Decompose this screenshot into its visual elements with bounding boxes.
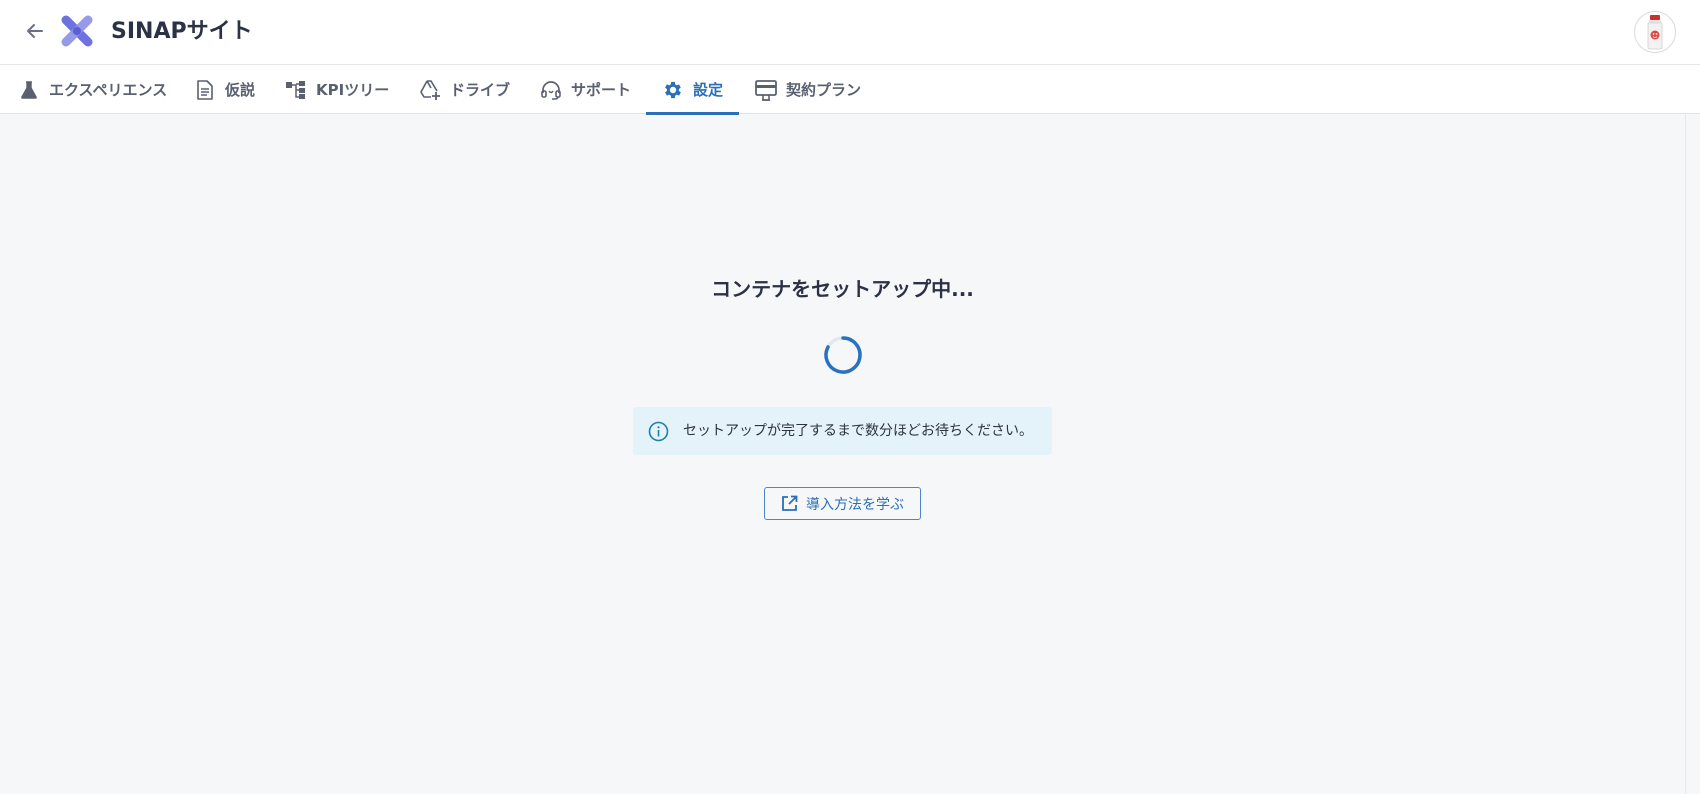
x-logo-icon[interactable] bbox=[60, 14, 94, 48]
top-header: SINAPサイト bbox=[0, 0, 1700, 65]
tab-label: 契約プラン bbox=[786, 81, 862, 99]
drive-add-icon bbox=[419, 79, 441, 101]
tab-drive[interactable]: ドライブ bbox=[419, 65, 510, 114]
tree-icon bbox=[285, 79, 307, 101]
info-alert: セットアップが完了するまで数分ほどお待ちください。 bbox=[633, 407, 1052, 455]
tab-label: 仮説 bbox=[225, 81, 256, 99]
billing-icon bbox=[755, 79, 777, 101]
back-button[interactable] bbox=[22, 18, 48, 44]
learn-button-label: 導入方法を学ぶ bbox=[806, 496, 904, 513]
setup-heading: コンテナをセットアップ中... bbox=[711, 277, 974, 301]
tab-kpi-tree[interactable]: KPIツリー bbox=[285, 65, 389, 114]
tab-settings[interactable]: 設定 bbox=[646, 65, 739, 115]
scrollbar[interactable] bbox=[1685, 114, 1700, 794]
tab-label: 設定 bbox=[692, 81, 723, 99]
site-title: SINAPサイト bbox=[111, 19, 253, 44]
info-icon bbox=[648, 421, 669, 442]
external-link-icon bbox=[782, 495, 798, 511]
user-avatar[interactable] bbox=[1634, 11, 1676, 53]
headset-icon bbox=[540, 79, 562, 101]
tab-support[interactable]: サポート bbox=[540, 65, 631, 114]
info-message: セットアップが完了するまで数分ほどお待ちください。 bbox=[683, 423, 1033, 439]
avatar-bottle-icon bbox=[1647, 15, 1663, 50]
flask-icon bbox=[18, 79, 40, 101]
tab-label: サポート bbox=[571, 81, 632, 99]
tab-label: ドライブ bbox=[450, 81, 511, 99]
main-nav: エクスペリエンス 仮説 KPIツリー ドライブ サポート 設定 契約プラン bbox=[0, 65, 1700, 115]
arrow-left-icon bbox=[27, 24, 43, 38]
tab-experience[interactable]: エクスペリエンス bbox=[18, 65, 167, 114]
tab-hypothesis[interactable]: 仮説 bbox=[194, 65, 255, 114]
tab-label: エクスペリエンス bbox=[49, 81, 168, 99]
active-tab-indicator bbox=[646, 112, 739, 115]
learn-setup-button[interactable]: 導入方法を学ぶ bbox=[764, 487, 921, 520]
loading-spinner bbox=[824, 336, 862, 374]
document-icon bbox=[194, 79, 216, 101]
tab-label: KPIツリー bbox=[316, 81, 390, 99]
gear-icon bbox=[662, 79, 684, 101]
tab-contract-plan[interactable]: 契約プラン bbox=[755, 65, 861, 114]
